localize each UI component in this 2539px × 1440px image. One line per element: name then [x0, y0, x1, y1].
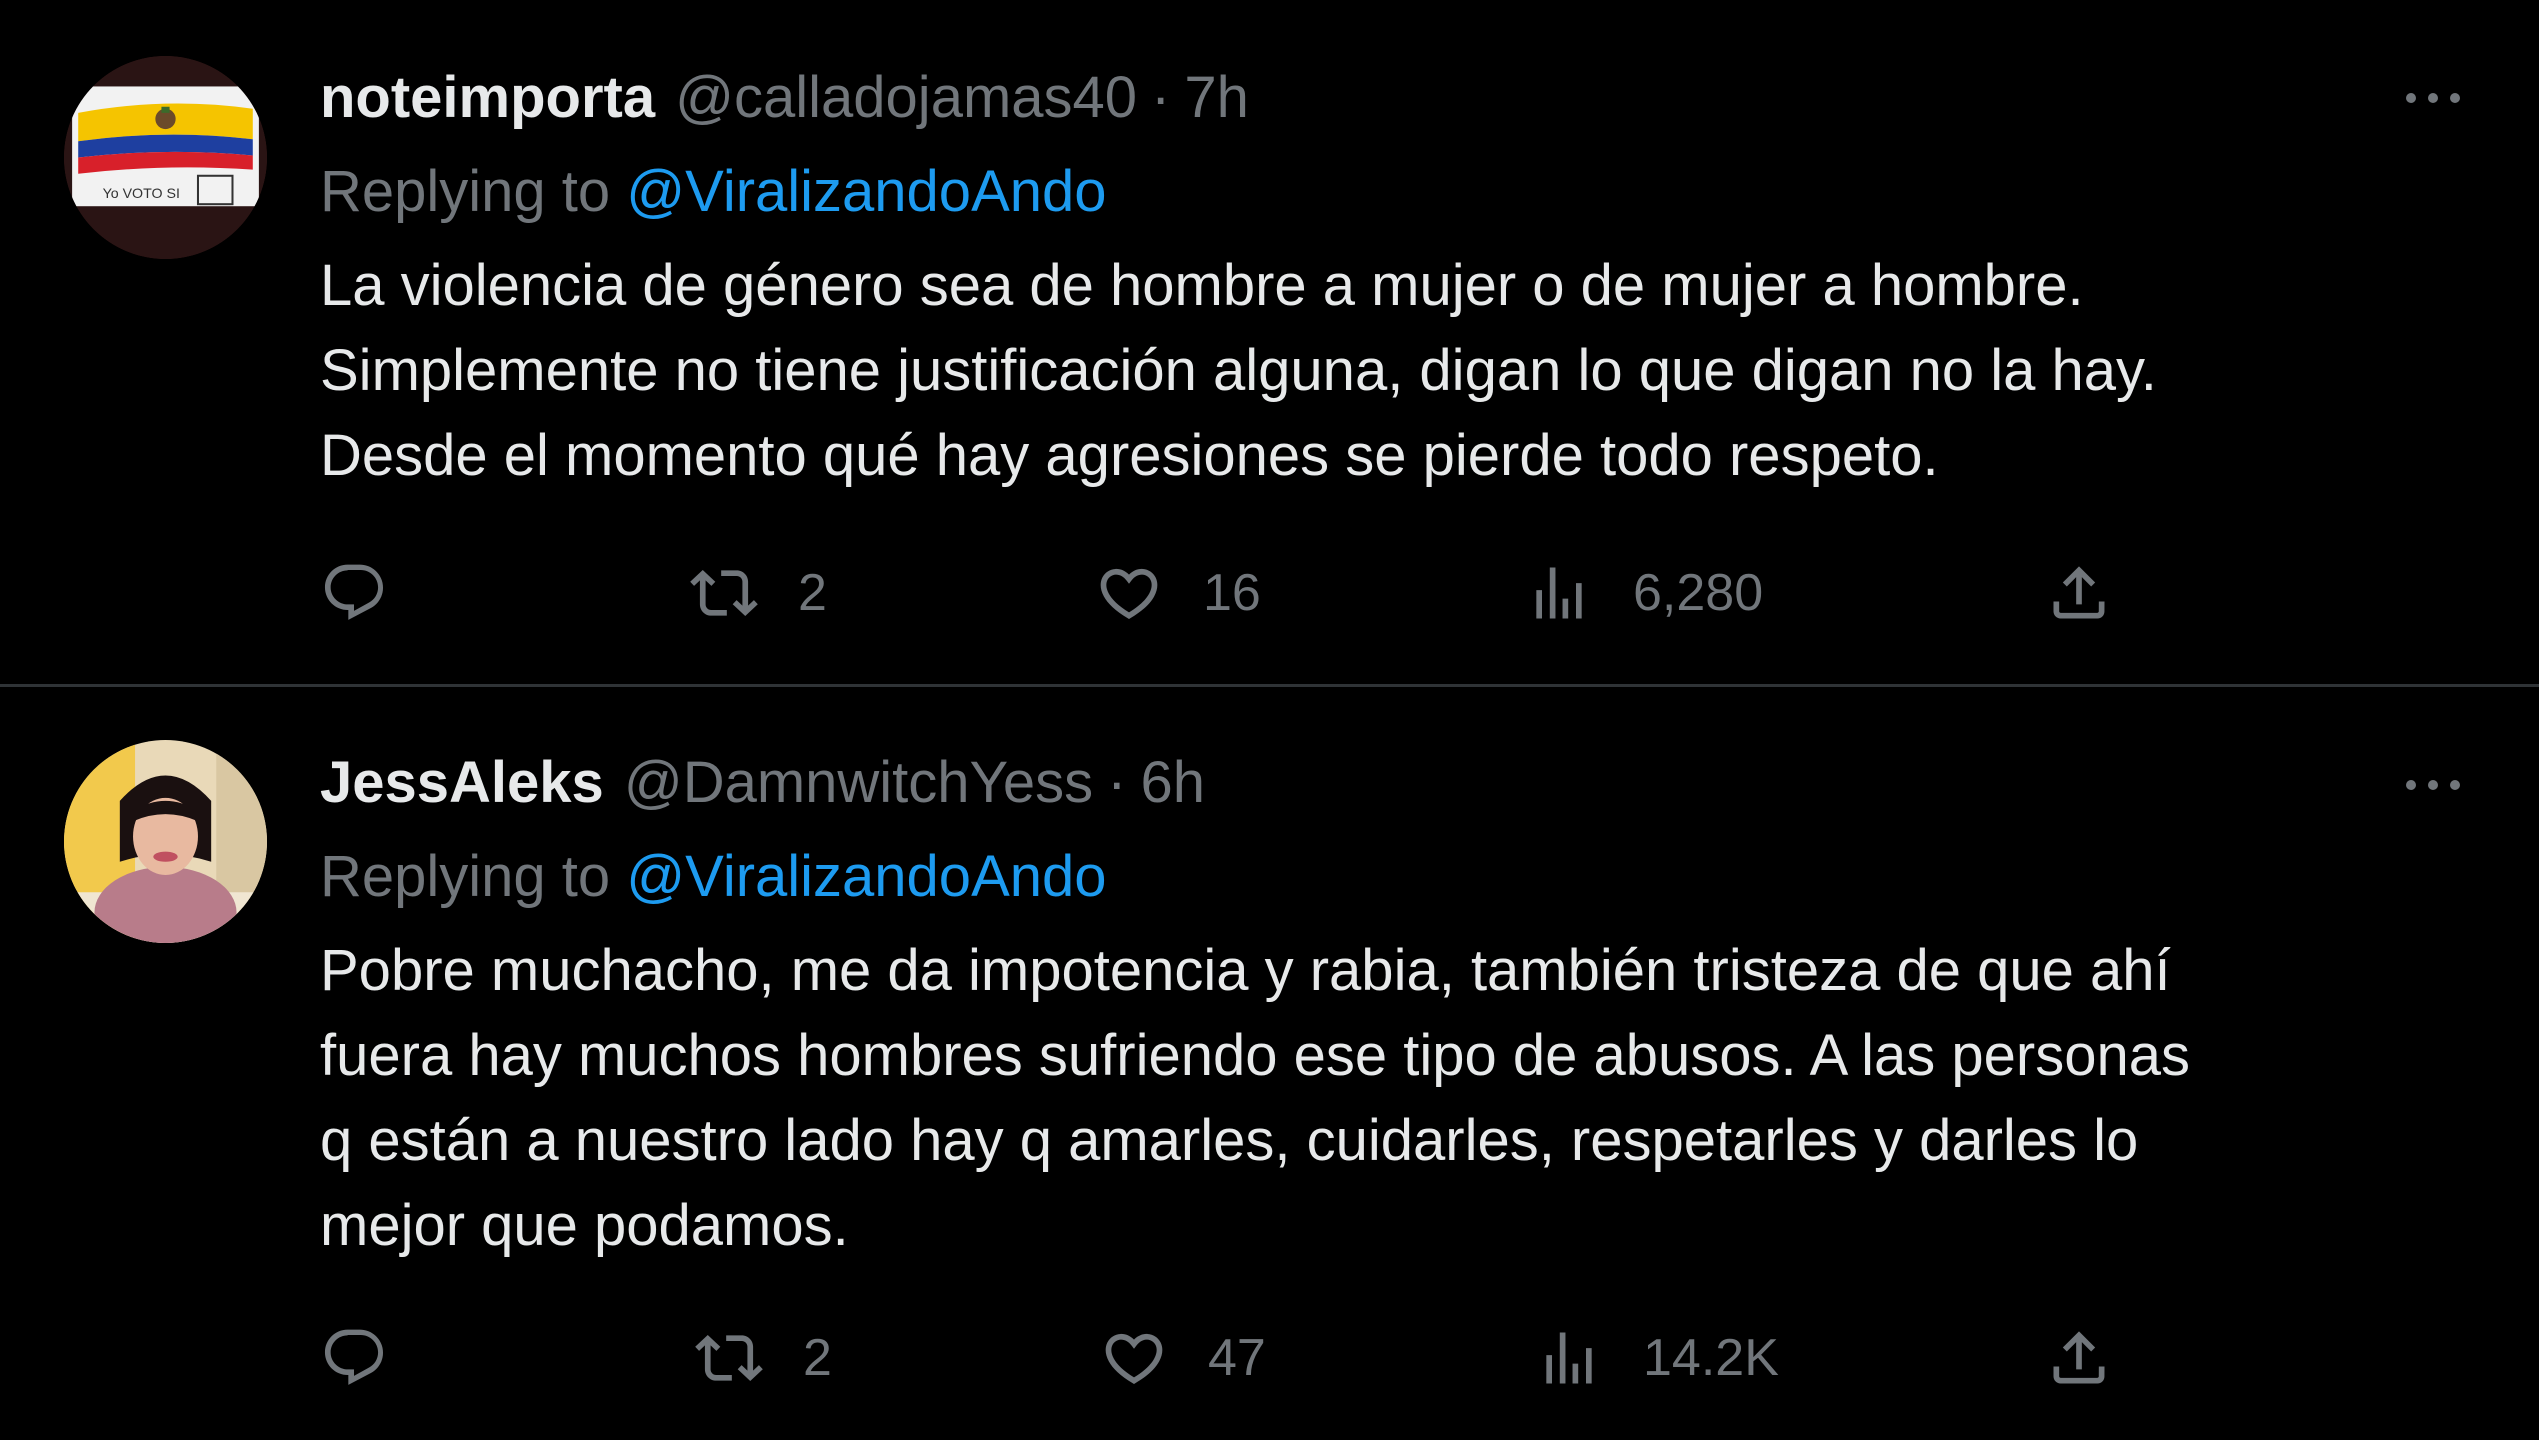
more-button[interactable] [2393, 755, 2473, 815]
tweet-actions: 2 47 14.2K [320, 1318, 2120, 1398]
replying-to-link[interactable]: @ViralizandoAndo [626, 159, 1106, 224]
tweet[interactable]: Yo VOTO SI noteimporta @calladojamas40 ·… [0, 0, 2539, 686]
replying-to: Replying to @ViralizandoAndo [320, 157, 1107, 227]
view-count: 6,280 [1633, 564, 1764, 622]
avatar[interactable]: Yo VOTO SI [64, 56, 267, 259]
like-button[interactable]: 47 [1100, 1318, 1266, 1398]
timeline: Yo VOTO SI noteimporta @calladojamas40 ·… [0, 0, 2539, 1440]
tweet[interactable]: JessAleks @DamnwitchYess · 6h Replying t… [0, 688, 2539, 1440]
like-count: 47 [1208, 1329, 1266, 1387]
separator-dot: · [1107, 750, 1127, 815]
share-icon [2053, 566, 2105, 619]
more-button[interactable] [2393, 68, 2473, 128]
like-button[interactable]: 16 [1095, 553, 1261, 633]
views-icon [1546, 1332, 1592, 1384]
more-icon [2406, 780, 2460, 790]
more-icon [2406, 93, 2460, 103]
retweet-count: 2 [798, 564, 827, 622]
separator-dot: · [1151, 65, 1171, 130]
replying-to-label: Replying to [320, 159, 611, 224]
views-button[interactable]: 14.2K [1535, 1318, 1779, 1398]
reply-icon [324, 1329, 384, 1385]
reply-button[interactable] [320, 553, 428, 633]
views-icon [1536, 567, 1582, 619]
replying-to: Replying to @ViralizandoAndo [320, 842, 1107, 912]
tweet-divider [0, 684, 2539, 687]
reply-button[interactable] [320, 1318, 428, 1398]
share-button[interactable] [2045, 553, 2113, 633]
user-handle[interactable]: @calladojamas40 [675, 69, 1137, 127]
user-handle[interactable]: @DamnwitchYess [624, 754, 1093, 812]
avatar[interactable] [64, 740, 267, 943]
replying-to-label: Replying to [320, 844, 611, 909]
tweet-header: JessAleks @DamnwitchYess · 6h [320, 743, 1205, 823]
share-icon [2053, 1331, 2105, 1384]
views-button[interactable]: 6,280 [1525, 553, 1763, 633]
avatar-image: Yo VOTO SI [64, 56, 267, 259]
tweet-text: La violencia de género sea de hombre a m… [320, 253, 2157, 488]
retweet-icon [695, 1334, 763, 1382]
timestamp[interactable]: 6h [1141, 754, 1206, 812]
heart-icon [1100, 568, 1158, 619]
heart-icon [1105, 1333, 1163, 1384]
tweet-text: Pobre muchacho, me da impotencia y rabia… [320, 938, 2191, 1258]
tweet-actions: 2 16 6,280 [320, 553, 2120, 633]
like-count: 16 [1203, 564, 1261, 622]
svg-text:Yo VOTO SI: Yo VOTO SI [103, 186, 180, 202]
retweet-button[interactable]: 2 [695, 1318, 832, 1398]
share-button[interactable] [2045, 1318, 2113, 1398]
view-count: 14.2K [1643, 1329, 1779, 1387]
reply-icon [324, 564, 384, 620]
timestamp[interactable]: 7h [1184, 69, 1249, 127]
replying-to-link[interactable]: @ViralizandoAndo [626, 844, 1106, 909]
display-name[interactable]: JessAleks [320, 754, 604, 812]
retweet-button[interactable]: 2 [690, 553, 827, 633]
tweet-header: noteimporta @calladojamas40 · 7h [320, 58, 1249, 138]
avatar-image [64, 740, 267, 943]
retweet-icon [690, 569, 758, 617]
display-name[interactable]: noteimporta [320, 69, 655, 127]
retweet-count: 2 [803, 1329, 832, 1387]
